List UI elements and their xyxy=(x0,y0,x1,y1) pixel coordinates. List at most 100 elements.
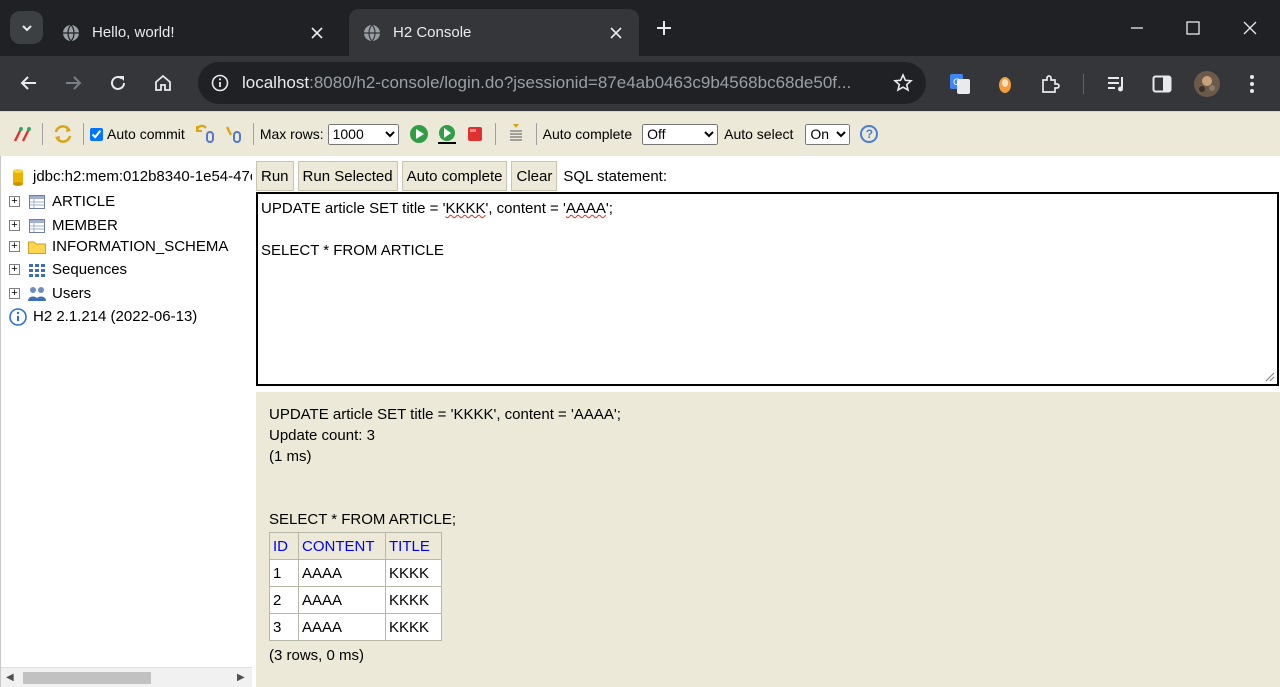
toolbar-divider xyxy=(83,123,84,145)
scrollbar-thumb[interactable] xyxy=(23,672,151,684)
tree-item-label: ARTICLE xyxy=(52,193,116,210)
disconnect-icon[interactable] xyxy=(10,122,34,146)
expand-icon[interactable]: + xyxy=(9,220,20,231)
extension-icon[interactable] xyxy=(990,69,1020,99)
info-icon xyxy=(9,307,27,326)
new-tab-button[interactable] xyxy=(650,14,678,42)
sql-text: '; xyxy=(605,200,613,217)
tree-item-users[interactable]: + Users xyxy=(9,285,91,302)
schema-tree: jdbc:h2:mem:012b8340-1e54-47c + ARTICLE … xyxy=(0,156,252,687)
tree-item-label: Users xyxy=(52,285,92,302)
arrow-left-icon xyxy=(20,76,36,90)
site-info-icon[interactable] xyxy=(198,74,242,92)
sql-editor[interactable]: UPDATE article SET title = 'KKKK', conte… xyxy=(256,192,1279,386)
tree-version: H2 2.1.214 (2022-06-13) xyxy=(9,307,197,326)
globe-icon xyxy=(62,24,80,42)
refresh-icon[interactable] xyxy=(51,122,75,146)
globe-icon xyxy=(363,24,381,42)
table-row: 2 AAAA KKKK xyxy=(269,586,442,614)
column-header[interactable]: ID xyxy=(269,532,299,560)
table-cell: 1 xyxy=(269,559,299,587)
tree-horizontal-scrollbar[interactable]: ◀ ▶ xyxy=(1,667,252,687)
table-cell: 3 xyxy=(269,613,299,641)
auto-complete-select[interactable]: Off xyxy=(642,123,719,145)
sql-text: AAAA xyxy=(565,200,606,217)
database-icon xyxy=(11,168,25,186)
column-header[interactable]: TITLE xyxy=(385,532,442,560)
expand-icon[interactable]: + xyxy=(9,196,20,207)
minimize-icon xyxy=(1131,27,1143,29)
run-selected-button[interactable]: Run Selected xyxy=(297,161,398,191)
toolbar-divider xyxy=(252,123,254,145)
sql-text: UPDATE article SET title = ' xyxy=(261,200,446,217)
side-panel-icon[interactable] xyxy=(1147,69,1177,99)
resize-handle-icon[interactable] xyxy=(1265,372,1275,382)
tree-connection[interactable]: jdbc:h2:mem:012b8340-1e54-47c xyxy=(11,168,252,186)
close-icon[interactable] xyxy=(308,24,326,42)
bookmark-star-icon[interactable] xyxy=(880,73,926,93)
browser-menu-icon[interactable] xyxy=(1237,69,1267,99)
clear-button[interactable]: Clear xyxy=(511,161,558,191)
maximize-button[interactable] xyxy=(1170,10,1216,46)
tab-title: Hello, world! xyxy=(92,24,175,41)
auto-commit-checkbox[interactable] xyxy=(90,127,103,141)
table-cell: AAAA xyxy=(298,559,386,587)
run-selected-icon[interactable] xyxy=(435,122,459,146)
tab-search-button[interactable] xyxy=(10,11,43,44)
extensions-puzzle-icon[interactable] xyxy=(1035,69,1065,99)
reload-icon xyxy=(111,75,125,90)
maximize-icon xyxy=(1186,21,1200,35)
avatar[interactable] xyxy=(1192,69,1222,99)
run-icon[interactable] xyxy=(407,122,431,146)
tree-item-information-schema[interactable]: + INFORMATION_SCHEMA xyxy=(9,238,228,255)
back-button[interactable] xyxy=(11,65,47,101)
users-icon xyxy=(28,286,46,302)
media-control-icon[interactable] xyxy=(1102,69,1132,99)
history-icon[interactable] xyxy=(504,122,528,146)
tree-item-sequences[interactable]: + Sequences xyxy=(9,261,127,278)
tab-h2-console[interactable]: H2 Console xyxy=(349,9,639,56)
table-cell: KKKK xyxy=(385,613,442,641)
home-button[interactable] xyxy=(145,65,181,101)
forward-button[interactable] xyxy=(55,65,91,101)
close-icon xyxy=(1243,21,1257,35)
auto-commit-toggle[interactable]: Auto commit xyxy=(90,126,185,142)
browser-tab-strip: Hello, world! H2 Console xyxy=(0,0,1280,56)
chevron-down-icon xyxy=(21,24,32,31)
sequences-icon xyxy=(28,262,46,278)
expand-icon[interactable]: + xyxy=(9,241,20,252)
scroll-left-icon[interactable]: ◀ xyxy=(6,672,14,683)
tree-item-article[interactable]: + ARTICLE xyxy=(9,193,115,210)
sql-text: KKKK xyxy=(445,200,486,217)
table-cell: KKKK xyxy=(385,586,442,614)
expand-icon[interactable]: + xyxy=(9,264,20,275)
run-button[interactable]: Run xyxy=(256,161,294,191)
column-header[interactable]: CONTENT xyxy=(298,532,386,560)
scroll-right-icon[interactable]: ▶ xyxy=(237,672,245,683)
max-rows-select[interactable]: 1000 xyxy=(327,123,399,145)
query-buttons: Run Run Selected Auto complete Clear SQL… xyxy=(256,161,667,191)
translate-extension-icon[interactable]: G xyxy=(945,69,975,99)
close-icon[interactable] xyxy=(607,24,625,42)
update-time: (1 ms) xyxy=(269,448,312,465)
table-cell: AAAA xyxy=(298,613,386,641)
max-rows-label: Max rows: xyxy=(259,126,324,142)
auto-complete-button[interactable]: Auto complete xyxy=(401,161,508,191)
toolbar-divider xyxy=(535,123,537,145)
reload-button[interactable] xyxy=(100,65,136,101)
expand-icon[interactable]: + xyxy=(9,288,20,299)
rollback-icon[interactable] xyxy=(193,122,217,146)
address-bar[interactable]: localhost:8080/h2-console/login.do?jsess… xyxy=(198,62,926,104)
table-cell: AAAA xyxy=(298,586,386,614)
auto-select-select[interactable]: On xyxy=(805,123,851,145)
auto-select-label: Auto select xyxy=(724,126,794,142)
minimize-button[interactable] xyxy=(1114,10,1160,46)
stop-icon[interactable] xyxy=(463,122,487,146)
close-window-button[interactable] xyxy=(1227,10,1273,46)
select-statement: SELECT * FROM ARTICLE; xyxy=(269,511,456,528)
commit-icon[interactable] xyxy=(221,122,245,146)
tab-hello-world[interactable]: Hello, world! xyxy=(48,9,340,56)
help-icon[interactable]: ? xyxy=(860,125,879,143)
table-icon xyxy=(28,194,46,210)
tree-item-member[interactable]: + MEMBER xyxy=(9,217,118,234)
